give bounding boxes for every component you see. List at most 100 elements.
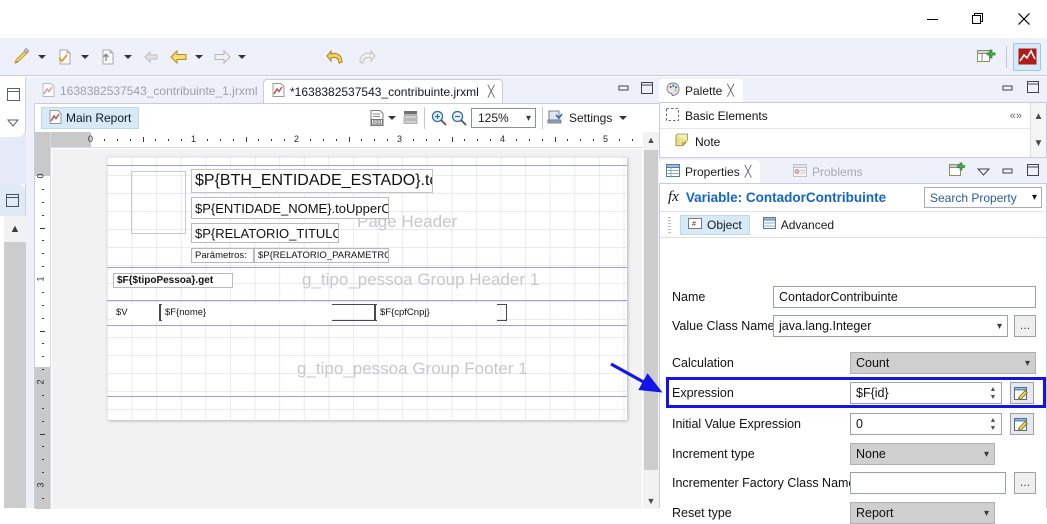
report-page[interactable]: Page Header g_tipo_pessoa Group Header 1… <box>107 157 627 420</box>
initial-value-expression-spinner[interactable]: ▲ ▼ <box>986 415 1000 435</box>
value-class-name-browse-button[interactable]: … <box>1014 315 1036 337</box>
ruler-tick <box>42 188 44 190</box>
zoom-in-button[interactable] <box>431 110 447 126</box>
expression-spinner[interactable]: ▲ ▼ <box>986 384 1000 404</box>
open-perspective-button[interactable] <box>973 42 999 72</box>
ruler-tick <box>258 139 260 141</box>
chevron-down-icon[interactable]: ▾ <box>1032 192 1037 203</box>
value-class-name-field[interactable]: java.lang.Integer ▾ <box>773 315 1008 337</box>
ruler-label: 1 <box>35 276 46 282</box>
ruler-tick <box>42 317 44 319</box>
expression-editor-button[interactable] <box>1010 382 1034 404</box>
ruler-tick <box>515 139 517 141</box>
canvas-vertical-scrollbar[interactable]: ▲ ▼ <box>643 132 659 509</box>
new-view-icon[interactable] <box>948 162 965 181</box>
calculation-field[interactable]: Count ▾ <box>850 352 1036 374</box>
back-caret-icon[interactable] <box>195 54 203 59</box>
palette-scroll-down-icon[interactable]: ▼ <box>1031 130 1046 157</box>
restore-button[interactable] <box>955 0 1001 38</box>
settings-button[interactable]: Settings <box>547 109 632 128</box>
band-view-button[interactable] <box>403 110 418 126</box>
new-file-button[interactable] <box>52 42 78 72</box>
incrementer-factory-class-name-field[interactable] <box>850 472 1006 494</box>
properties-maximize-icon[interactable] <box>1027 164 1039 179</box>
rail-scroll-thumb[interactable] <box>4 242 26 508</box>
settings-caret-icon[interactable] <box>619 116 628 120</box>
palette-item-note[interactable]: Note <box>660 129 1046 155</box>
view-menu-icon[interactable] <box>976 165 991 179</box>
tab-problems[interactable]: Problems <box>786 160 872 183</box>
scroll-down-icon[interactable]: ▼ <box>643 493 659 509</box>
rail-scrollbar[interactable]: ▲ <box>4 216 26 508</box>
field-variable-v[interactable]: $V <box>113 304 159 321</box>
palette-close-icon[interactable]: ╳ <box>727 84 734 97</box>
field-tipo-pessoa[interactable]: $F{$tipoPessoa}.get <box>113 273 233 288</box>
run-report-caret-icon[interactable] <box>38 54 46 59</box>
vertical-scroll-thumb[interactable] <box>644 150 658 470</box>
incrementer-factory-browse-button[interactable]: … <box>1014 472 1036 494</box>
label-parametros[interactable]: Parâmetros: <box>191 248 254 263</box>
palette-minimize-icon[interactable] <box>1002 82 1015 96</box>
restore-view-icon[interactable] <box>0 81 26 107</box>
forward-arrow-grey-icon <box>211 46 233 68</box>
run-report-button[interactable] <box>9 42 35 72</box>
ruler-tick <box>348 137 350 142</box>
back-button[interactable] <box>166 42 192 72</box>
tab-properties[interactable]: Properties ╳ <box>659 160 761 183</box>
field-entidade-estado[interactable]: $P{BTH_ENTIDADE_ESTADO}.toUpperCase() <box>191 169 433 193</box>
undo-button[interactable] <box>324 42 350 72</box>
expression-field[interactable]: $F{id} ▲ ▼ <box>850 382 1002 404</box>
editor-maximize-icon[interactable] <box>641 82 653 97</box>
jasper-report-icon <box>1016 46 1038 68</box>
palette-scrollbar[interactable]: ▲ ▼ <box>1030 103 1046 157</box>
minimize-button[interactable] <box>909 0 955 38</box>
rail-outline-view: ▲ <box>0 184 26 508</box>
forward-caret-icon[interactable] <box>238 54 246 59</box>
preview-format-caret-icon[interactable] <box>388 116 396 120</box>
zoom-level-combo[interactable]: 125% ▾ <box>471 108 536 128</box>
main-report-tab[interactable]: Main Report <box>41 107 140 129</box>
tab-advanced[interactable]: Advanced <box>756 215 841 234</box>
reset-type-field[interactable]: Report ▾ <box>850 502 995 524</box>
collapse-icon[interactable]: «» <box>1010 110 1022 122</box>
chevron-down-icon[interactable] <box>0 110 26 136</box>
tab-palette[interactable]: Palette ╳ <box>659 79 743 102</box>
scroll-up-icon[interactable]: ▲ <box>643 132 659 148</box>
new-file-caret-icon[interactable] <box>81 54 89 59</box>
palette-scroll-up-icon[interactable]: ▲ <box>1031 103 1046 130</box>
palette-maximize-icon[interactable] <box>1027 81 1039 96</box>
close-button[interactable] <box>1001 0 1047 38</box>
field-nome[interactable]: $F{nome} <box>162 304 332 321</box>
initial-value-expression-field[interactable]: 0 ▲ ▼ <box>850 413 1002 435</box>
ruler-tick <box>490 139 492 141</box>
field-relatorio-parametros[interactable]: $P{RELATORIO_PARAMETROS} <box>254 248 389 263</box>
tab-object[interactable]: # Object <box>680 214 750 235</box>
tab-grip[interactable] <box>668 216 671 233</box>
field-cpf-cnpj[interactable]: $F{cpfCnpj} <box>377 304 497 321</box>
editor-tab-inactive[interactable]: 1638382537543_contribuinte_1.jrxml <box>34 79 265 103</box>
outline-view-icon[interactable] <box>0 184 25 216</box>
report-canvas[interactable]: Page Header g_tipo_pessoa Group Header 1… <box>52 149 642 509</box>
report-perspective-button[interactable] <box>1013 42 1041 71</box>
export-button[interactable] <box>95 42 121 72</box>
increment-type-field[interactable]: None ▾ <box>850 443 995 465</box>
editor-tab-active[interactable]: *1638382537543_contribuinte.jrxml ╳ <box>263 79 504 103</box>
editor-tab-close-icon[interactable]: ╳ <box>488 85 495 98</box>
initial-value-expression-editor-button[interactable] <box>1010 413 1034 435</box>
name-field[interactable]: ContadorContribuinte <box>773 286 1036 308</box>
properties-minimize-icon[interactable] <box>1002 165 1015 179</box>
field-relatorio-titulo[interactable]: $P{RELATORIO_TITULO} <box>191 223 339 243</box>
preview-format-button[interactable]: 010 <box>369 109 386 127</box>
forward-button[interactable] <box>209 42 235 72</box>
export-caret-icon[interactable] <box>124 54 132 59</box>
editor-minimize-icon[interactable] <box>618 82 631 97</box>
logo-placeholder[interactable] <box>131 171 186 234</box>
window-controls <box>909 0 1047 38</box>
palette-group-basic-elements[interactable]: Basic Elements «» <box>660 103 1046 129</box>
properties-close-icon[interactable]: ╳ <box>745 165 752 178</box>
settings-label: Settings <box>569 111 613 125</box>
field-entidade-nome[interactable]: $P{ENTIDADE_NOME}.toUpperCase() <box>191 197 389 219</box>
zoom-out-button[interactable] <box>451 110 467 126</box>
search-property-input[interactable]: Search Property ▾ <box>924 187 1042 208</box>
scroll-up-icon[interactable]: ▲ <box>4 216 26 242</box>
